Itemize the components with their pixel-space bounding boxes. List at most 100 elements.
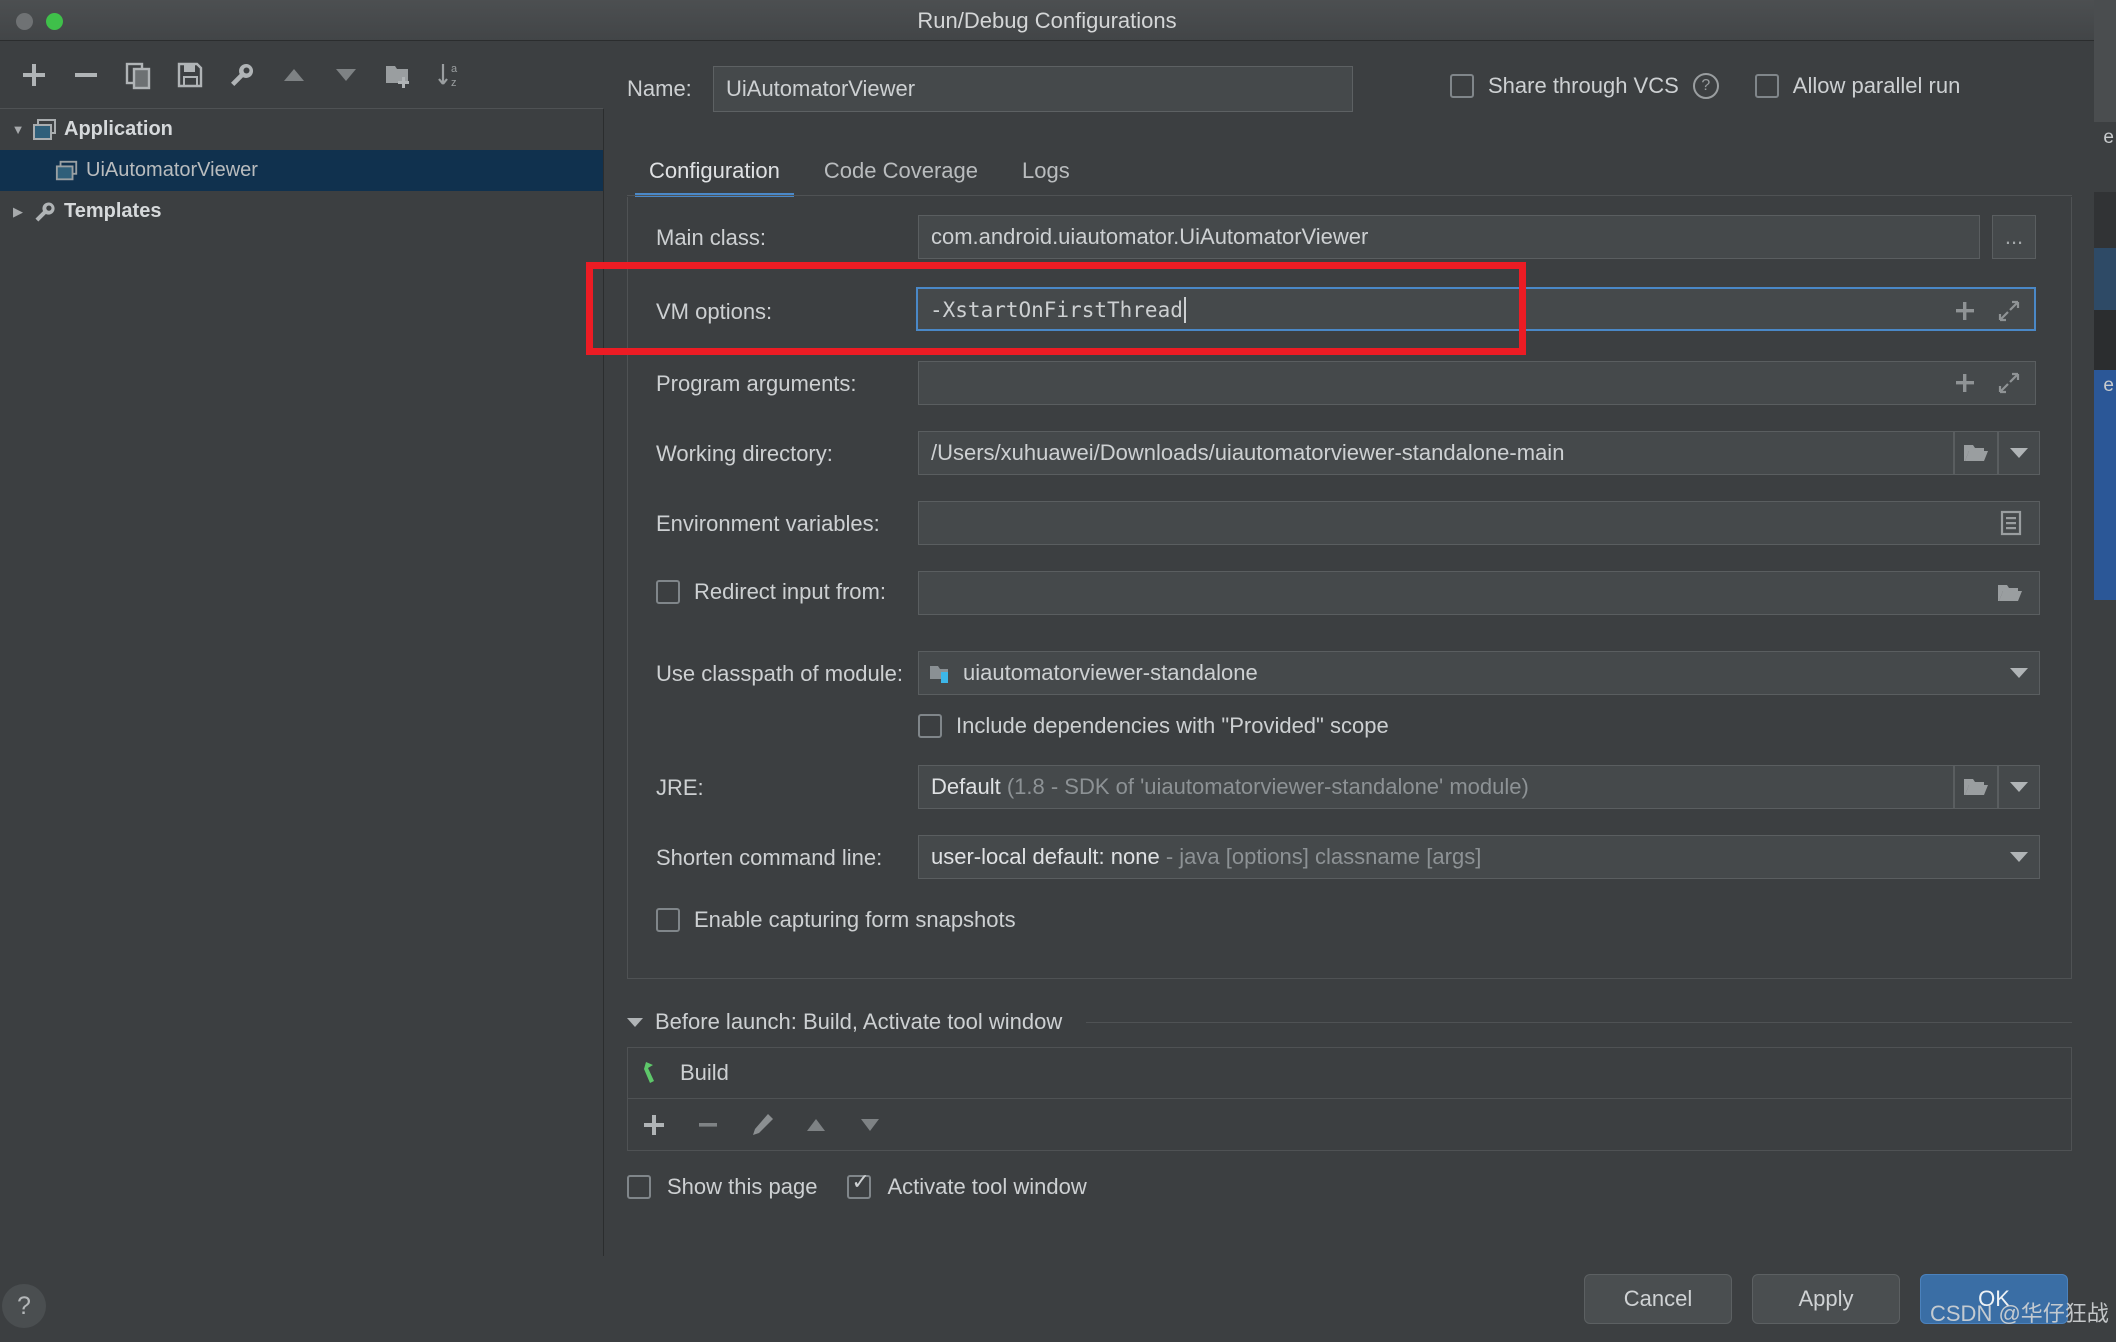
plus-icon[interactable] (640, 1111, 668, 1139)
enable-capturing-checkbox[interactable] (656, 908, 680, 932)
window-title: Run/Debug Configurations (917, 8, 1177, 33)
dialog-footer: Cancel Apply OK (605, 1256, 2094, 1342)
use-classpath-dropdown-button[interactable] (1998, 651, 2040, 695)
text-caret (1183, 297, 1186, 323)
chevron-down-icon (2010, 782, 2028, 792)
minus-icon (75, 72, 97, 77)
tree-item-application[interactable]: ▼ Application (0, 109, 603, 150)
wrench-icon (231, 63, 254, 86)
tab-code-coverage[interactable]: Code Coverage (802, 145, 1000, 197)
move-up-button[interactable] (268, 49, 320, 101)
expand-arrow-icon[interactable]: ▼ (6, 122, 30, 137)
configurations-tree[interactable]: ▼ Application UiAutomatorViewer ▶ Templa… (0, 108, 604, 1256)
window-titlebar: Run/Debug Configurations (0, 0, 2094, 41)
tabs-divider (627, 195, 2072, 196)
environment-variables-input[interactable] (918, 501, 2040, 545)
move-down-button[interactable] (320, 49, 372, 101)
shorten-command-line-dropdown-button[interactable] (1998, 835, 2040, 879)
redirect-input-checkbox[interactable] (656, 580, 680, 604)
working-directory-browse-button[interactable] (1954, 431, 1998, 475)
vm-options-input[interactable]: -XstartOnFirstThread (916, 287, 2036, 331)
include-dependencies-row: Include dependencies with "Provided" sco… (628, 709, 2073, 749)
arrow-up-icon (284, 68, 304, 81)
configuration-tabs: Configuration Code Coverage Logs (627, 141, 2072, 197)
allow-parallel-run-label: Allow parallel run (1792, 73, 1961, 98)
backdrop-row-d (2094, 310, 2116, 370)
before-launch-rule (1086, 1021, 2072, 1023)
show-this-page-label: Show this page (667, 1174, 818, 1199)
application-icon (52, 159, 82, 183)
use-classpath-combo[interactable]: uiautomatorviewer-standalone (918, 651, 2040, 695)
redirect-input-field[interactable] (918, 571, 2040, 615)
svg-text:z: z (451, 77, 457, 89)
working-directory-input[interactable]: /Users/xuhuawei/Downloads/uiautomatorvie… (918, 431, 1954, 475)
backdrop-titlebar (2094, 0, 2116, 122)
share-through-vcs-checkbox[interactable] (1450, 74, 1474, 98)
tab-configuration[interactable]: Configuration (627, 145, 802, 197)
collapse-arrow-icon[interactable]: ▶ (6, 204, 30, 220)
minus-icon[interactable] (694, 1111, 722, 1139)
shorten-command-line-combo[interactable]: user-local default: none - java [options… (918, 835, 2040, 879)
arrow-down-icon[interactable] (856, 1111, 884, 1139)
pencil-icon[interactable] (748, 1111, 776, 1139)
sort-az-icon: a z (438, 63, 458, 89)
save-configuration-button[interactable] (164, 49, 216, 101)
jre-description: (1.8 - SDK of 'uiautomatorviewer-standal… (1006, 774, 1529, 799)
remove-configuration-button[interactable] (60, 49, 112, 101)
activate-tool-window-label: Activate tool window (887, 1174, 1087, 1199)
help-icon[interactable]: ? (1692, 73, 1719, 99)
redirect-input-row: Redirect input from: (628, 571, 2073, 619)
cancel-button[interactable]: Cancel (1584, 1274, 1732, 1324)
close-button[interactable] (16, 13, 33, 30)
before-launch-list[interactable]: Build (627, 1047, 2072, 1099)
arrow-up-icon[interactable] (802, 1111, 830, 1139)
chevron-down-icon (2009, 668, 2028, 678)
use-classpath-label: Use classpath of module: (656, 661, 904, 686)
window-controls[interactable] (16, 13, 63, 30)
before-launch-options: Show this page Activate tool window (627, 1170, 1087, 1200)
working-directory-dropdown-button[interactable] (1998, 431, 2040, 475)
show-this-page-checkbox[interactable] (627, 1175, 651, 1199)
add-configuration-button[interactable] (8, 49, 60, 101)
redirect-input-checkbox-group[interactable]: Redirect input from: (656, 579, 886, 605)
shorten-command-line-label: Shorten command line: (656, 845, 883, 870)
configuration-form: Main class: com.android.uiautomator.UiAu… (627, 197, 2072, 979)
jre-browse-button[interactable] (1954, 765, 1998, 809)
folder-icon (1964, 445, 1988, 461)
enable-capturing-checkbox-group[interactable]: Enable capturing form snapshots (656, 907, 1016, 933)
tab-label: Logs (1021, 158, 1070, 183)
main-class-input[interactable]: com.android.uiautomator.UiAutomatorViewe… (918, 215, 1980, 259)
program-arguments-input[interactable] (918, 361, 2036, 405)
jre-dropdown-button[interactable] (1998, 765, 2040, 809)
copy-configuration-button[interactable] (112, 49, 164, 101)
backdrop-glyph-ea: e (2103, 375, 2114, 396)
configurations-toolbar: a z (0, 41, 604, 108)
name-input[interactable]: UiAutomatorViewer (713, 66, 1353, 112)
collapse-arrow-icon[interactable] (627, 1017, 643, 1027)
allow-parallel-run-checkbox[interactable] (1754, 74, 1779, 98)
include-dependencies-checkbox-group[interactable]: Include dependencies with "Provided" sco… (918, 713, 1389, 739)
edit-templates-button[interactable] (216, 49, 268, 101)
sort-alphabetically-button[interactable]: a z (424, 49, 476, 101)
tab-logs[interactable]: Logs (1000, 145, 1092, 197)
configuration-pane: Name: UiAutomatorViewer Share through VC… (605, 41, 2094, 1342)
before-launch-header[interactable]: Before launch: Build, Activate tool wind… (627, 1009, 2072, 1035)
help-button[interactable]: ? (2, 1284, 46, 1328)
backdrop-glyph-e: e (2103, 127, 2114, 148)
jre-combo[interactable]: Default (1.8 - SDK of 'uiautomatorviewer… (918, 765, 1954, 809)
new-folder-button[interactable] (372, 49, 424, 101)
include-dependencies-checkbox[interactable] (918, 714, 942, 738)
before-launch-item-label: Build (680, 1060, 729, 1085)
name-row-options: Share through VCS ? Allow parallel run (1450, 73, 1960, 99)
activate-tool-window-checkbox[interactable] (847, 1170, 872, 1199)
working-directory-row: Working directory: /Users/xuhuawei/Downl… (628, 431, 2073, 479)
shorten-command-line-row: Shorten command line: user-local default… (628, 835, 2073, 883)
tree-item-uiautomatorviewer[interactable]: UiAutomatorViewer (0, 150, 603, 191)
name-label: Name: (627, 76, 692, 101)
zoom-button[interactable] (46, 13, 63, 30)
module-icon (930, 666, 948, 683)
main-class-browse-button[interactable]: ... (1992, 215, 2036, 259)
apply-button[interactable]: Apply (1752, 1274, 1900, 1324)
tree-item-label: Templates (64, 200, 162, 222)
tree-item-templates[interactable]: ▶ Templates (0, 191, 603, 232)
